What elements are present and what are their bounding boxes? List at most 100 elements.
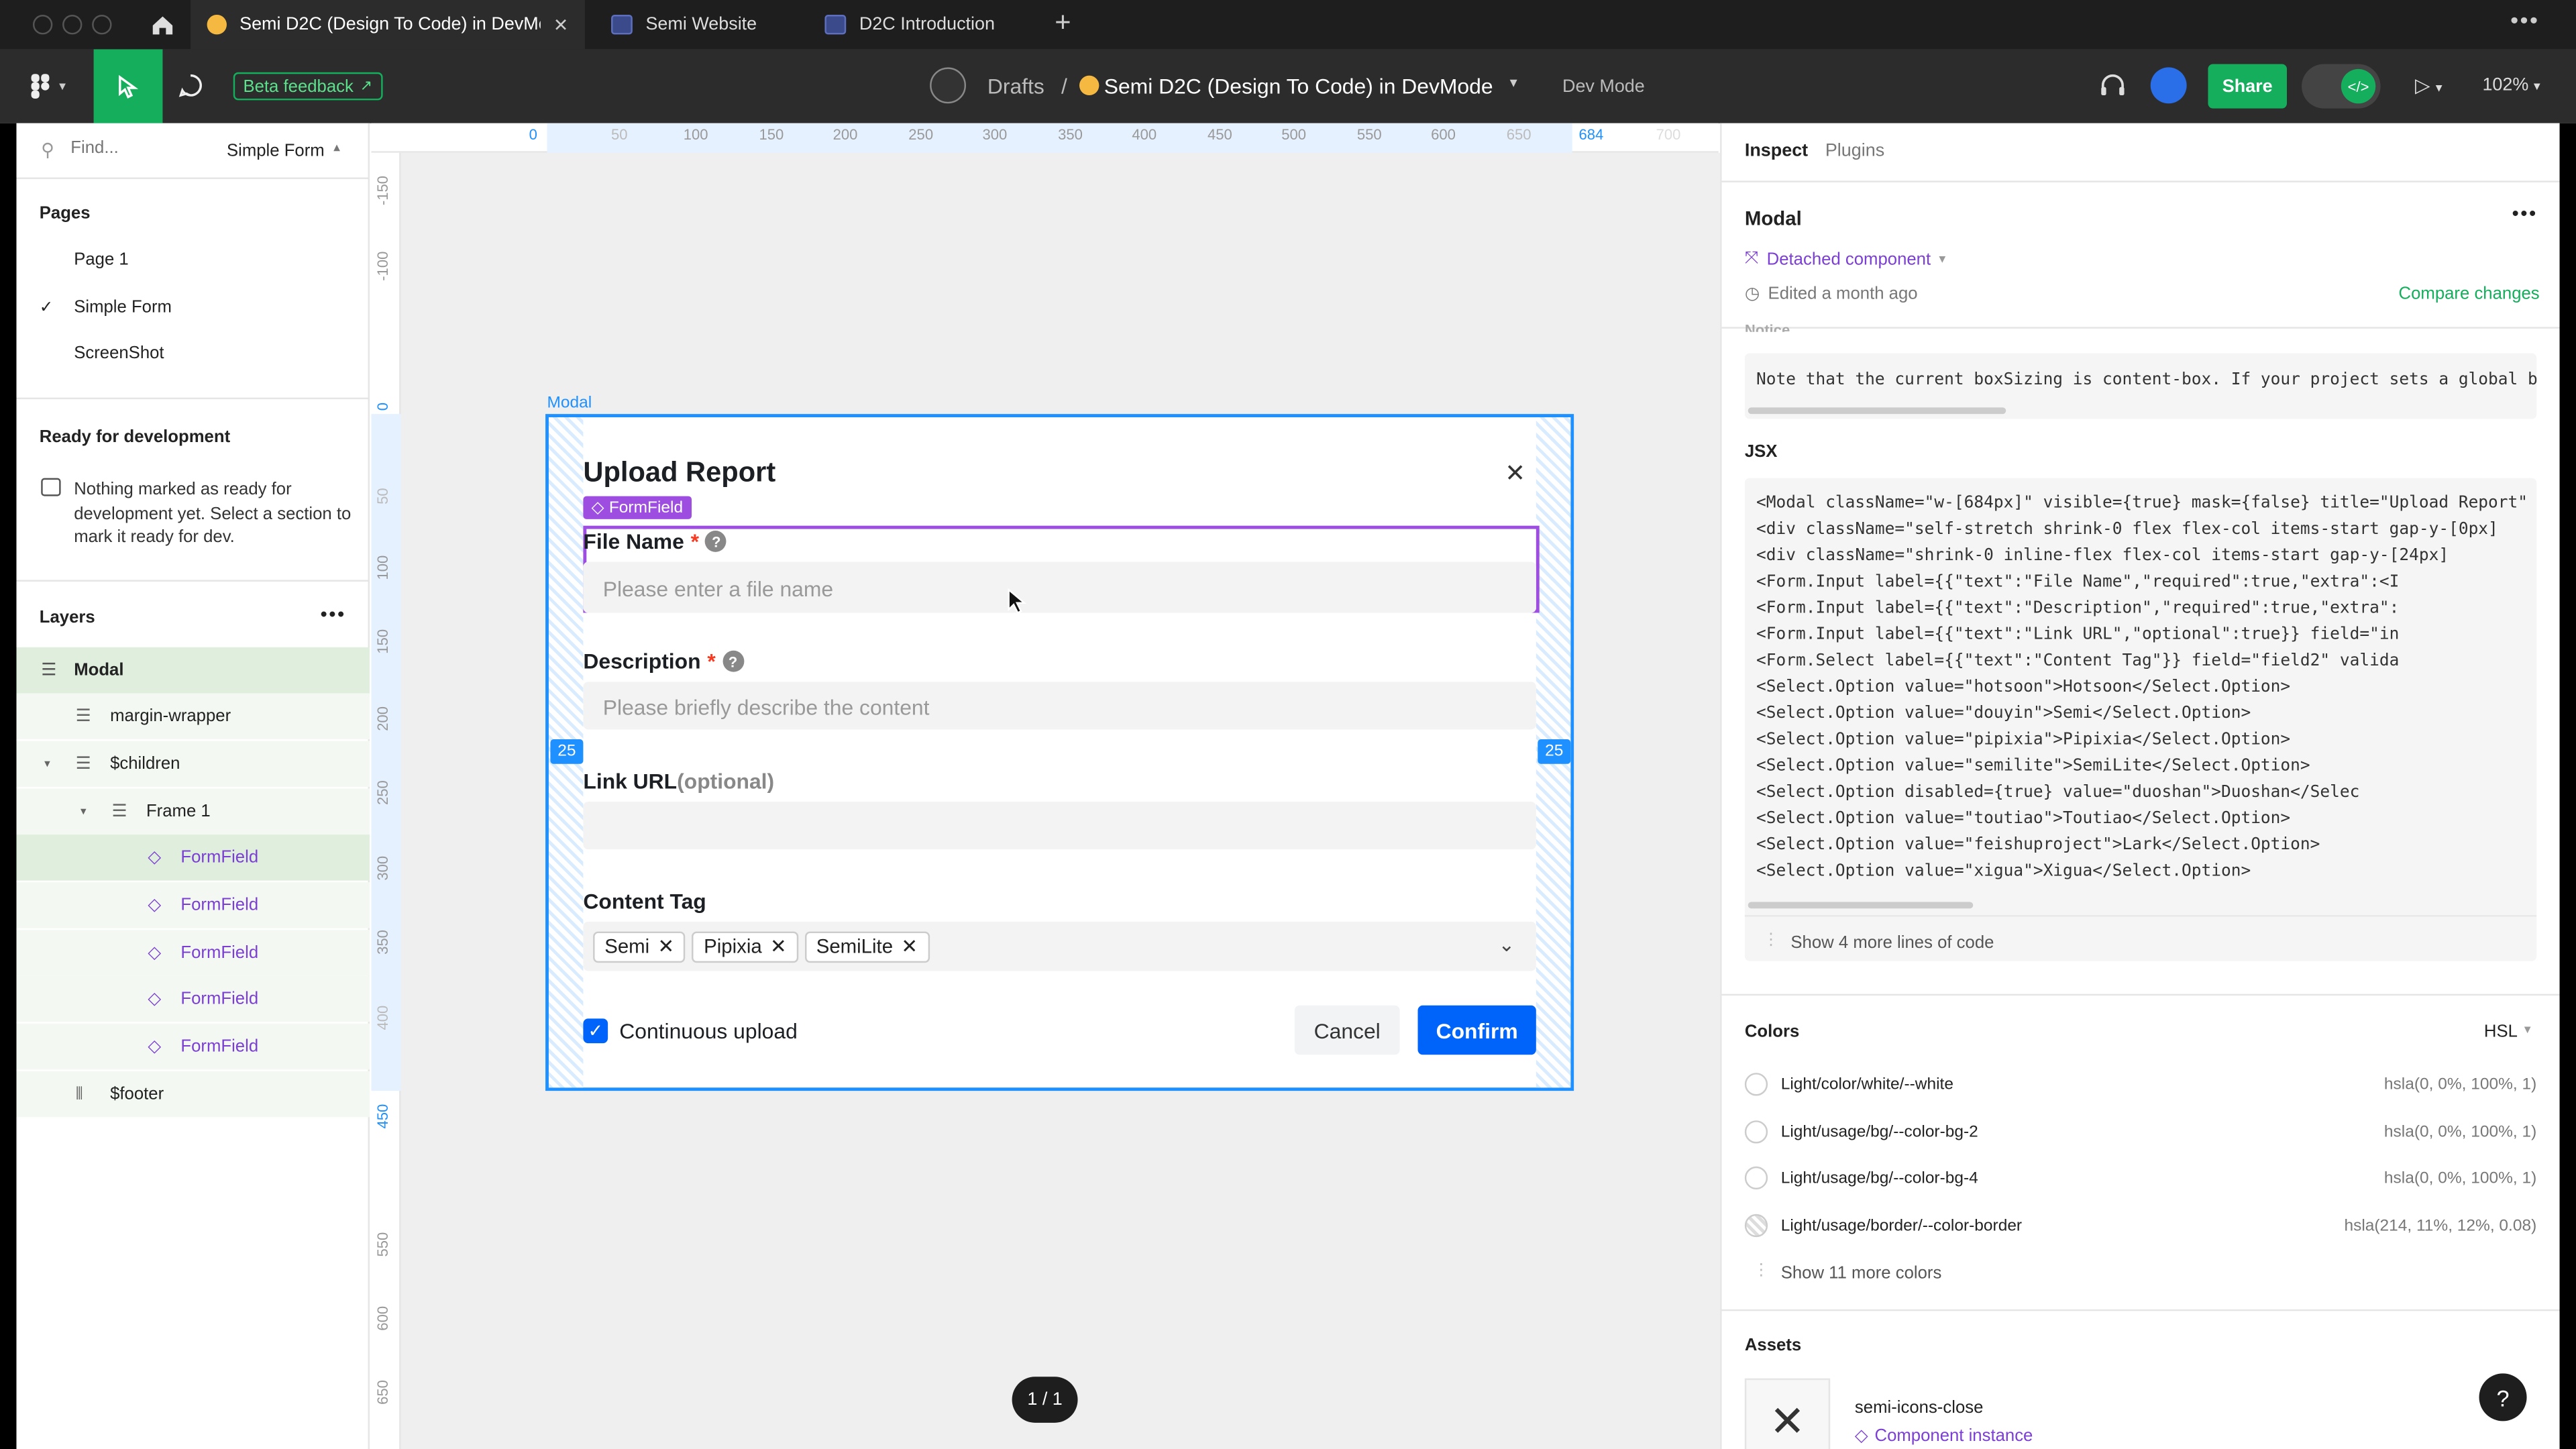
description-input[interactable]: Please briefly describe the content — [583, 682, 1536, 730]
breadcrumb-separator: / — [1061, 74, 1067, 99]
user-avatar[interactable] — [2150, 67, 2187, 104]
layers-more-icon[interactable]: ••• — [321, 603, 346, 626]
headphones-icon[interactable] — [2098, 70, 2127, 100]
layer-modal[interactable]: ☰ Modal — [16, 647, 370, 694]
jsx-heading: JSX — [1744, 441, 1778, 462]
chevron-up-icon[interactable]: ▴ — [333, 140, 340, 154]
main-menu-icon[interactable]: ▾ — [30, 72, 66, 99]
help-icon[interactable]: ? — [722, 650, 744, 672]
input-placeholder: Please enter a file name — [602, 576, 834, 602]
tab-d2c-introduction[interactable]: D2C Introduction — [808, 0, 1038, 49]
close-icon[interactable]: ✕ — [1505, 458, 1525, 488]
detached-icon: ⤧ — [1744, 248, 1759, 268]
layer-frame-1[interactable]: ▾ ☰ Frame 1 — [16, 788, 370, 835]
tab-inspect[interactable]: Inspect — [1745, 142, 1808, 161]
tag-remove-icon[interactable]: ✕ — [901, 934, 918, 957]
zoom-level[interactable]: 102% ▾ — [2482, 76, 2540, 95]
layer-formfield[interactable]: ◇ FormField — [16, 975, 370, 1022]
beta-feedback-button[interactable]: Beta feedback ↗ — [233, 72, 382, 101]
confirm-button[interactable]: Confirm — [1417, 1005, 1536, 1055]
help-icon[interactable]: ? — [705, 531, 727, 552]
divider — [1721, 994, 2561, 996]
file-name-input[interactable]: Please enter a file name — [583, 561, 1536, 613]
layer-children[interactable]: ▾ ☰ $children — [16, 741, 370, 788]
help-button[interactable]: ? — [2479, 1373, 2527, 1421]
more-options-icon[interactable]: ••• — [2512, 202, 2538, 225]
page-indicator[interactable]: 1 / 1 — [1012, 1377, 1078, 1423]
share-button[interactable]: Share — [2208, 64, 2288, 109]
ruler-tick: 350 — [374, 930, 391, 955]
scrollbar[interactable] — [1748, 902, 1974, 909]
page-item-page-1[interactable]: Page 1 — [16, 237, 370, 283]
chevron-down-icon[interactable]: ▾ — [80, 805, 112, 818]
ruler-tick: -150 — [374, 176, 391, 206]
tag-remove-icon[interactable]: ✕ — [770, 934, 787, 957]
layer-formfield[interactable]: ◇ FormField — [16, 1023, 370, 1070]
scrollbar[interactable] — [1748, 407, 2006, 415]
breadcrumb-drafts[interactable]: Drafts — [987, 74, 1044, 99]
dev-mode-toggle[interactable]: </> — [2302, 64, 2381, 109]
layer-footer[interactable]: ⦀ $footer — [16, 1071, 370, 1118]
code-line: <Modal className="w-[684px]" visible={tr… — [1756, 494, 2537, 513]
input-placeholder: Please briefly describe the content — [602, 694, 930, 720]
color-row[interactable]: Light/usage/bg/--color-bg-4 hsla(0, 0%, … — [1744, 1155, 2536, 1201]
show-more-colors-link[interactable]: Show 11 more colors — [1781, 1263, 1942, 1283]
page-item-screenshot[interactable]: ScreenShot — [16, 330, 370, 376]
detached-component-link[interactable]: ⤧ Detached component ▾ — [1745, 248, 1945, 270]
frame-label[interactable]: Modal — [547, 394, 592, 413]
play-icon[interactable]: ▷ ▾ — [2415, 74, 2443, 97]
tab-plugins[interactable]: Plugins — [1825, 142, 1884, 161]
color-row[interactable]: Light/usage/bg/--color-bg-2 hsla(0, 0%, … — [1744, 1109, 2536, 1155]
team-avatar[interactable] — [930, 67, 967, 104]
asset-thumbnail[interactable]: ✕ — [1744, 1378, 1831, 1449]
compare-changes-link[interactable]: Compare changes — [2399, 284, 2540, 304]
page-label: ScreenShot — [74, 343, 164, 364]
layer-formfield[interactable]: ◇ FormField — [16, 835, 370, 881]
tag-semi: Semi ✕ — [593, 930, 686, 962]
tag-pipixia: Pipixia ✕ — [692, 930, 798, 962]
layer-label: margin-wrapper — [110, 706, 231, 727]
layer-label: FormField — [180, 895, 259, 916]
chevron-down-icon[interactable]: ▾ — [1510, 74, 1517, 92]
ruler-top: 0 50 100 150 200 250 300 350 400 450 500… — [371, 123, 1719, 153]
ruler-tick: 400 — [1132, 126, 1157, 144]
layer-formfield[interactable]: ◇ FormField — [16, 930, 370, 976]
home-icon[interactable] — [142, 0, 184, 49]
asset-type: ◇ Component instance — [1855, 1426, 2033, 1446]
modal-frame[interactable]: 25 25 Upload Report ✕ ◇ FormField File N… — [545, 414, 1574, 1091]
code-block[interactable]: <Modal className="w-[684px]" visible={tr… — [1744, 478, 2537, 961]
tab-semi-website[interactable]: Semi Website — [595, 0, 802, 49]
edited-info: ◷ Edited a month ago — [1745, 284, 1918, 304]
window-minimize-control[interactable] — [62, 15, 83, 35]
layer-formfield[interactable]: ◇ FormField — [16, 882, 370, 928]
window-close-control[interactable] — [32, 15, 53, 35]
layer-search-input[interactable] — [70, 138, 219, 158]
chevron-down-icon[interactable]: ⌄ — [1498, 933, 1515, 956]
color-format-select[interactable]: HSL ▾ — [2484, 1022, 2531, 1041]
tab-semi-d2c[interactable]: Semi D2C (Design To Code) in DevMod ✕ — [191, 0, 585, 50]
page-selector[interactable]: Simple Form — [227, 142, 325, 161]
layer-margin-wrapper[interactable]: ☰ margin-wrapper — [16, 693, 370, 740]
auto-layout-icon: ☰ — [41, 660, 57, 680]
continuous-upload-checkbox[interactable]: ✓ — [583, 1018, 608, 1044]
window-zoom-control[interactable] — [92, 15, 112, 35]
tab-close-icon[interactable]: ✕ — [553, 14, 569, 35]
select-tool-button[interactable] — [93, 49, 163, 123]
color-row[interactable]: Light/color/white/--white hsla(0, 0%, 10… — [1744, 1061, 2536, 1108]
tag-remove-icon[interactable]: ✕ — [657, 934, 674, 957]
new-tab-icon[interactable]: + — [1055, 7, 1071, 40]
cancel-button[interactable]: Cancel — [1294, 1005, 1400, 1055]
selection-tag-label: FormField — [608, 498, 684, 517]
content-tag-select[interactable]: Semi ✕ Pipixia ✕ SemiLite ✕ ⌄ — [583, 921, 1536, 971]
more-options-icon[interactable]: ••• — [2510, 7, 2539, 33]
show-more-code-link[interactable]: Show 4 more lines of code — [1790, 933, 1994, 953]
page-item-simple-form[interactable]: ✓ Simple Form — [16, 284, 370, 331]
link-url-input[interactable] — [583, 802, 1536, 850]
color-row[interactable]: Light/usage/border/--color-border hsla(2… — [1744, 1203, 2536, 1249]
checkbox-label[interactable]: Continuous upload — [619, 1018, 798, 1043]
file-title[interactable]: Semi D2C (Design To Code) in DevMode — [1104, 74, 1493, 99]
ruler-tick: 650 — [1506, 126, 1532, 144]
ruler-tick: 700 — [1656, 126, 1681, 144]
comment-icon[interactable] — [177, 72, 203, 99]
chevron-down-icon[interactable]: ▾ — [44, 757, 76, 770]
